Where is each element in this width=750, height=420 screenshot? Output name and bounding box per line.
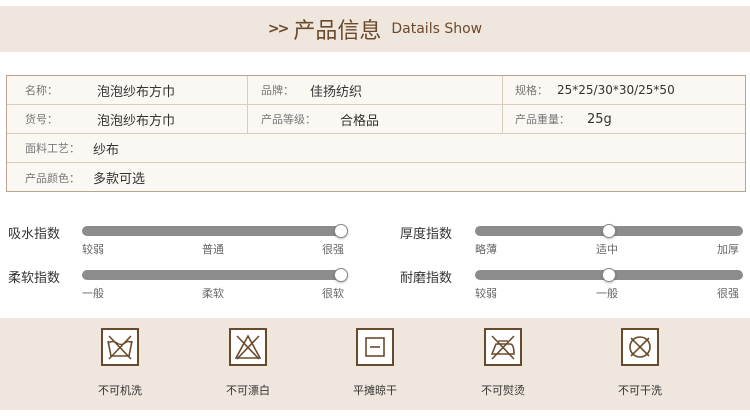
care-item: 不可熨烫	[463, 328, 543, 398]
index-tick-label: 很软	[322, 287, 344, 300]
care-label: 平摊晾干	[353, 384, 397, 397]
brand-label: 品牌：	[261, 84, 294, 97]
spec-table: 名称： 泡泡纱布方巾 品牌： 佳扬纺织 规格： 25*25/30*30/25*5…	[6, 75, 746, 192]
index-track	[82, 226, 348, 236]
spec-cell-model: 货号： 泡泡纱布方巾	[7, 105, 248, 133]
size-value: 25*25/30*30/25*50	[557, 83, 675, 97]
index-tick-label: 一般	[596, 287, 618, 300]
no-dry-clean-icon	[621, 328, 659, 366]
index-tick-label: 加厚	[717, 243, 739, 256]
title-english: Datails Show	[391, 21, 483, 37]
index-knob	[334, 268, 348, 282]
model-value: 泡泡纱布方巾	[97, 113, 176, 129]
index-tick-label: 适中	[596, 243, 618, 256]
spec-cell-name: 名称： 泡泡纱布方巾	[7, 76, 248, 104]
no-machine-wash-icon	[101, 328, 139, 366]
size-label: 规格：	[515, 84, 548, 97]
section-title: >> 产品信息 Datails Show	[0, 6, 750, 52]
spec-row: 名称： 泡泡纱布方巾 品牌： 佳扬纺织 规格： 25*25/30*30/25*5…	[7, 76, 745, 105]
spec-cell-brand: 品牌： 佳扬纺织	[248, 76, 503, 104]
color-value: 多款可选	[93, 172, 146, 187]
index-tick-label: 很强	[322, 243, 344, 256]
index-tick-label: 略薄	[475, 243, 497, 256]
index-knob	[602, 224, 616, 238]
index-name: 吸水指数	[8, 227, 61, 242]
name-value: 泡泡纱布方巾	[97, 84, 176, 100]
spec-cell-grade: 产品等级： 合格品	[248, 105, 503, 133]
index-tick-label: 较弱	[82, 243, 104, 256]
index-name: 耐磨指数	[400, 271, 453, 286]
spec-row: 面料工艺： 纱布	[7, 134, 745, 163]
spec-cell-weight: 产品重量： 25g	[503, 105, 745, 133]
grade-label: 产品等级：	[261, 113, 316, 126]
fabric-label: 面料工艺：	[25, 142, 80, 155]
index-tick-label: 柔软	[202, 287, 224, 300]
care-item: 不可漂白	[208, 328, 288, 398]
care-label: 不可熨烫	[481, 384, 525, 397]
spec-row: 货号： 泡泡纱布方巾 产品等级： 合格品 产品重量： 25g	[7, 105, 745, 134]
color-label: 产品颜色：	[25, 171, 80, 185]
weight-label: 产品重量：	[515, 113, 570, 126]
no-bleach-icon	[229, 328, 267, 366]
index-knob	[602, 268, 616, 282]
index-name: 厚度指数	[400, 227, 453, 242]
brand-value: 佳扬纺织	[310, 84, 363, 100]
weight-value: 25g	[587, 111, 612, 127]
index-track	[82, 270, 348, 280]
fabric-value: 纱布	[93, 142, 120, 158]
care-item: 平摊晾干	[335, 328, 415, 398]
index-tick-label: 很强	[717, 287, 739, 300]
index-knob	[334, 224, 348, 238]
care-label: 不可机洗	[98, 384, 142, 397]
name-label: 名称：	[25, 84, 58, 97]
care-label: 不可漂白	[226, 384, 270, 397]
index-name: 柔软指数	[8, 271, 61, 286]
dry-flat-icon	[356, 328, 394, 366]
no-iron-icon	[484, 328, 522, 366]
grade-value: 合格品	[340, 113, 380, 129]
spec-row: 产品颜色： 多款可选	[7, 163, 745, 192]
index-tick-label: 较弱	[475, 287, 497, 300]
arrows-icon: >>	[267, 21, 290, 37]
index-tick-label: 一般	[82, 287, 104, 300]
care-item: 不可干洗	[600, 328, 680, 398]
spec-cell-color: 产品颜色： 多款可选	[7, 163, 745, 192]
care-label: 不可干洗	[618, 384, 662, 397]
model-label: 货号：	[25, 113, 58, 126]
title-chinese: 产品信息	[293, 19, 382, 44]
spec-cell-fabric: 面料工艺： 纱布	[7, 134, 745, 162]
care-item: 不可机洗	[80, 328, 160, 398]
index-tick-label: 普通	[202, 243, 224, 256]
spec-cell-size: 规格： 25*25/30*30/25*50	[503, 76, 745, 104]
